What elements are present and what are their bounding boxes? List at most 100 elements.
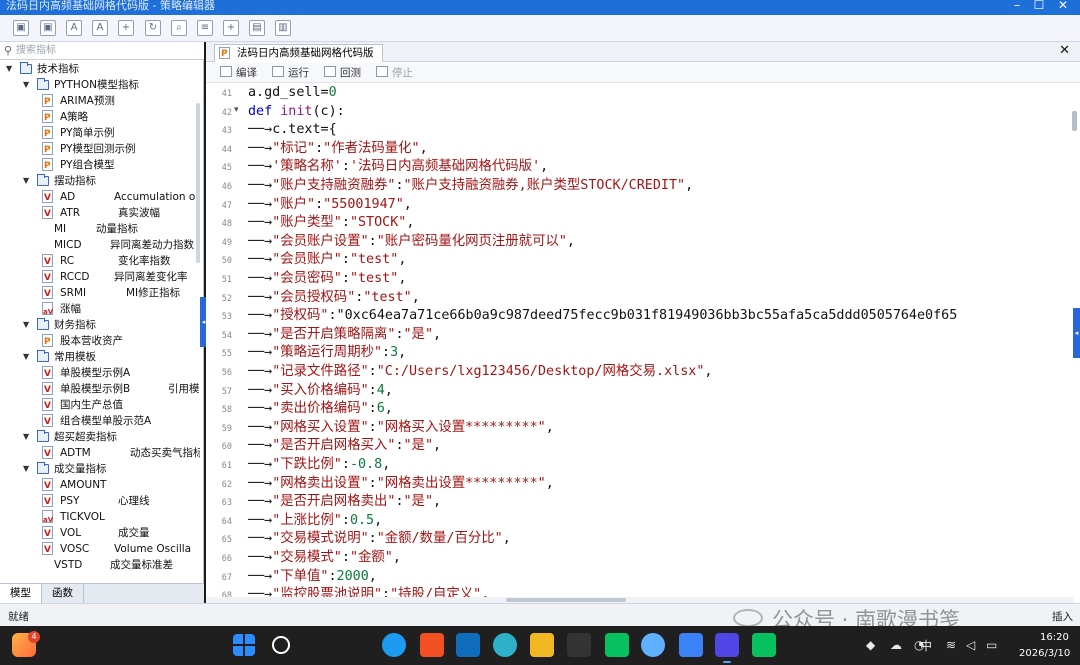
code-text[interactable]: ──→"交易模式说明":"金额/数量/百分比", xyxy=(248,530,511,549)
trading-app-icon[interactable] xyxy=(679,633,703,657)
expand-toggle-icon[interactable]: ▼ xyxy=(23,429,33,445)
tree-item[interactable]: V RC 变化率指数 xyxy=(0,253,200,269)
clock-date[interactable]: 2026/3/10 xyxy=(1019,648,1070,659)
run-button[interactable]: 运行 xyxy=(272,65,309,81)
new-icon[interactable]: + xyxy=(223,20,239,36)
expand-toggle-icon[interactable]: ▼ xyxy=(6,61,16,77)
format-icon[interactable]: ≡ xyxy=(197,20,213,36)
tree-item[interactable]: V ATR 真实波幅 xyxy=(0,205,200,221)
tree-folder[interactable]: ▼ PYTHON模型指标 xyxy=(0,77,200,93)
code-text[interactable]: a.gd_sell=0 xyxy=(248,84,337,103)
tree-item[interactable]: V 组合模型单股示范A xyxy=(0,413,200,429)
code-text[interactable]: ──→"是否开启策略隔离":"是", xyxy=(248,326,441,345)
code-text[interactable]: ──→"卖出价格编码":6, xyxy=(248,400,393,419)
tree-item[interactable]: V AMOUNT xyxy=(0,477,200,493)
code-line[interactable]: 43 ──→c.text={ xyxy=(206,121,1074,140)
tree-item[interactable]: P ARIMA预测 xyxy=(0,93,200,109)
outlook-icon[interactable] xyxy=(456,633,480,657)
code-line[interactable]: 50 ──→"会员账户":"test", xyxy=(206,251,1074,270)
save-icon[interactable]: ▣ xyxy=(13,20,29,36)
code-line[interactable]: 58 ──→"卖出价格编码":6, xyxy=(206,400,1074,419)
scroll-thumb[interactable] xyxy=(506,598,626,602)
code-line[interactable]: 44 ──→"标记":"作者法码量化", xyxy=(206,140,1074,159)
tray-cloud-icon[interactable]: ☁ xyxy=(890,638,902,652)
expand-toggle-icon[interactable]: ▼ xyxy=(23,77,33,93)
expand-toggle-icon[interactable]: ▼ xyxy=(23,317,33,333)
code-line[interactable]: 55 ──→"策略运行周期秒":3, xyxy=(206,344,1074,363)
code-text[interactable]: def init(c): xyxy=(248,103,345,122)
tree-folder[interactable]: ▼ 财务指标 xyxy=(0,317,200,333)
code-text[interactable]: ──→"网格买入设置":"网格买入设置*********", xyxy=(248,419,554,438)
tree-item[interactable]: V 单股模型示例A xyxy=(0,365,200,381)
import-icon[interactable]: + xyxy=(118,20,134,36)
close-document-button[interactable]: ✕ xyxy=(1059,43,1070,58)
tab-functions[interactable]: 函数 xyxy=(42,584,84,603)
code-line[interactable]: 46 ──→"账户支持融资融券":"账户支持融资融券,账户类型STOCK/CRED… xyxy=(206,177,1074,196)
tree-item[interactable]: V 国内生产总值 xyxy=(0,397,200,413)
copy-icon[interactable]: ▤ xyxy=(249,20,265,36)
wechat-icon[interactable] xyxy=(752,633,776,657)
save-as-icon[interactable]: ▣ xyxy=(40,20,56,36)
paste-icon[interactable]: ▥ xyxy=(275,20,291,36)
file-explorer-icon[interactable] xyxy=(530,633,554,657)
code-text[interactable]: ──→'策略名称':'法码日内高频基础网格代码版', xyxy=(248,158,548,177)
tree-item[interactable]: P PY简单示例 xyxy=(0,125,200,141)
code-line[interactable]: 60 ──→"是否开启网格买入":"是", xyxy=(206,437,1074,456)
code-line[interactable]: 52 ──→"会员授权码":"test", xyxy=(206,289,1074,308)
code-text[interactable]: ──→"策略运行周期秒":3, xyxy=(248,344,406,363)
code-text[interactable]: ──→"买入价格编码":4, xyxy=(248,382,393,401)
tree-folder[interactable]: ▼ 成交量指标 xyxy=(0,461,200,477)
code-line[interactable]: 53 ──→"授权码":"0xc64ea7a71ce66b0a9c987deed7… xyxy=(206,307,1074,326)
close-window-button[interactable]: ✕ xyxy=(1052,0,1074,14)
code-text[interactable]: ──→"网格卖出设置":"网格卖出设置*********", xyxy=(248,475,554,494)
tree-item[interactable]: aV TICKVOL xyxy=(0,509,200,525)
wechat-green-icon[interactable] xyxy=(605,633,629,657)
expand-toggle-icon[interactable]: ▼ xyxy=(23,173,33,189)
code-line[interactable]: 57 ──→"买入价格编码":4, xyxy=(206,382,1074,401)
tray-app-icon[interactable]: ◆ xyxy=(866,638,875,652)
minimize-button[interactable]: – xyxy=(1006,0,1028,14)
expand-toggle-icon[interactable]: ▼ xyxy=(23,461,33,477)
compile-button[interactable]: 编译 xyxy=(220,65,257,81)
edge-dev-icon[interactable] xyxy=(493,633,517,657)
tree-item[interactable]: V AD Accumulation or xyxy=(0,189,200,205)
expand-toggle-icon[interactable]: ▼ xyxy=(23,349,33,365)
tree-item[interactable]: VSTD 成交量标准差 xyxy=(0,557,200,573)
tree-item[interactable]: P 股本营收资产 xyxy=(0,333,200,349)
tree-item[interactable]: P PY组合模型 xyxy=(0,157,200,173)
code-text[interactable]: ──→"账户支持融资融券":"账户支持融资融券,账户类型STOCK/CREDIT… xyxy=(248,177,693,196)
code-text[interactable]: ──→"会员账户设置":"账户密码量化网页注册就可以", xyxy=(248,233,575,252)
tree-item[interactable]: V RCCD 异同离差变化率 xyxy=(0,269,200,285)
clock-time[interactable]: 16:20 xyxy=(1040,632,1069,643)
tree-item[interactable]: P PY模型回测示例 xyxy=(0,141,200,157)
code-line[interactable]: 45 ──→'策略名称':'法码日内高频基础网格代码版', xyxy=(206,158,1074,177)
code-text[interactable]: ──→"标记":"作者法码量化", xyxy=(248,140,428,159)
fold-toggle-icon[interactable]: ▾ xyxy=(234,105,239,115)
code-line[interactable]: 48 ──→"账户类型":"STOCK", xyxy=(206,214,1074,233)
tree-item[interactable]: V SRMI MI修正指标 xyxy=(0,285,200,301)
code-line[interactable]: 59 ──→"网格买入设置":"网格买入设置*********", xyxy=(206,419,1074,438)
code-line[interactable]: 67 ──→"下单值":2000, xyxy=(206,568,1074,587)
maximize-button[interactable]: ☐ xyxy=(1028,0,1050,14)
code-text[interactable]: ──→"下单值":2000, xyxy=(248,568,377,587)
document-tab[interactable]: P 法码日内高频基础网格代码版 xyxy=(214,44,383,62)
search-icon[interactable] xyxy=(272,636,290,654)
code-text[interactable]: ──→"下跌比例":-0.8, xyxy=(248,456,390,475)
tree-item[interactable]: V ADTM 动态买卖气指标 xyxy=(0,445,200,461)
code-text[interactable]: ──→"会员密码":"test", xyxy=(248,270,406,289)
code-line[interactable]: 54 ──→"是否开启策略隔离":"是", xyxy=(206,326,1074,345)
code-area[interactable]: 41 a.gd_sell=0 42 ▾ def init(c): 43 ──→c.text=… xyxy=(206,84,1074,600)
code-line[interactable]: 51 ──→"会员密码":"test", xyxy=(206,270,1074,289)
code-text[interactable]: ──→"授权码":"0xc64ea7a71ce66b0a9c987deed75f… xyxy=(248,307,957,326)
tree-item[interactable]: MI 动量指标 xyxy=(0,221,200,237)
battery-icon[interactable]: ▭ xyxy=(986,638,997,652)
code-line[interactable]: 47 ──→"账户":"55001947", xyxy=(206,196,1074,215)
windows-logo-icon[interactable] xyxy=(233,634,255,656)
code-text[interactable]: ──→"上涨比例":0.5, xyxy=(248,512,382,531)
code-line[interactable]: 62 ──→"网格卖出设置":"网格卖出设置*********", xyxy=(206,475,1074,494)
tab-model[interactable]: 模型 xyxy=(0,584,42,603)
wifi-icon[interactable]: ≋ xyxy=(946,638,956,652)
code-line[interactable]: 65 ──→"交易模式说明":"金额/数量/百分比", xyxy=(206,530,1074,549)
tree-item[interactable]: V VOL 成交量 xyxy=(0,525,200,541)
tree-item[interactable]: P A策略 xyxy=(0,109,200,125)
